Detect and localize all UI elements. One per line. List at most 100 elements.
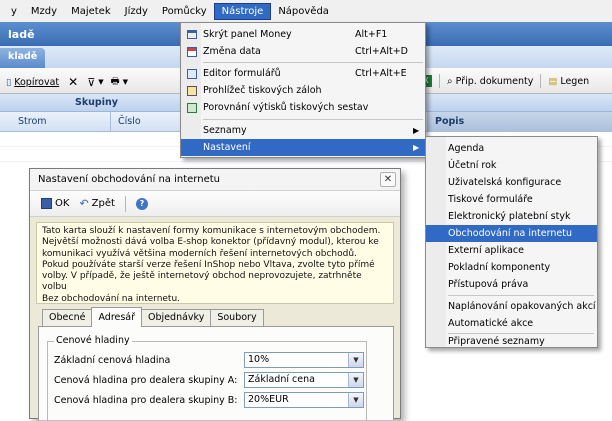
- attachments-button[interactable]: Přip. dokumenty: [456, 76, 534, 87]
- menu-item-label: Seznamy: [203, 125, 247, 136]
- submenu-item-internet-trade[interactable]: Obchodování na internetu: [426, 225, 597, 242]
- compare-icon: [185, 101, 198, 114]
- menu-item-mzdy[interactable]: Mzdy: [24, 4, 64, 19]
- chevron-down-icon[interactable]: ▼: [98, 78, 103, 86]
- menu-item-hide-panel[interactable]: Skrýt panel Money Alt+F1: [181, 26, 425, 43]
- menu-item-lists[interactable]: Seznamy ▶: [181, 122, 425, 139]
- tab-obecne[interactable]: Obecné: [42, 309, 93, 327]
- menu-separator: [448, 295, 594, 296]
- save-icon: [41, 198, 52, 209]
- submenu-item-label: Tiskové formuláře: [448, 194, 533, 205]
- chevron-right-icon: ▶: [413, 143, 420, 152]
- submenu-item-prepared-lists[interactable]: Připravené seznamy: [426, 333, 597, 350]
- column-divider[interactable]: [110, 112, 111, 132]
- menu-item-jizdy[interactable]: Jízdy: [118, 4, 155, 19]
- window-icon: [185, 28, 198, 41]
- submenu-item-label: Elektronický platební styk: [448, 211, 571, 222]
- menu-item-shortcut: Alt+F1: [355, 29, 388, 40]
- delete-icon[interactable]: ✕: [68, 75, 78, 89]
- submenu-item-cash-components[interactable]: Pokladní komponenty: [426, 259, 597, 276]
- menu-item-print-backups[interactable]: Prohlížeč tiskových záloh: [181, 82, 425, 99]
- help-icon: ?: [135, 197, 148, 210]
- submenu-item-external-apps[interactable]: Externí aplikace: [426, 242, 597, 259]
- select-value: Základní cena: [248, 374, 315, 385]
- copy-button[interactable]: Kopírovat: [14, 77, 59, 88]
- submenu-item-agenda[interactable]: Agenda: [426, 140, 597, 157]
- chevron-down-icon[interactable]: ▼: [348, 373, 363, 387]
- print-icon[interactable]: 🖶: [111, 74, 120, 90]
- info-line: volby. V případě, že ještě internetový o…: [42, 271, 362, 293]
- dialog-tabs: Obecné Adresář Objednávky Soubory: [42, 307, 264, 327]
- select-value: 20%EUR: [248, 394, 289, 405]
- menu-item-partial[interactable]: y: [4, 4, 24, 19]
- menu-item-compare-prints[interactable]: Porovnání výtisků tiskových sestav: [181, 99, 425, 116]
- submenu-item-user-config[interactable]: Uživatelská konfigurace: [426, 174, 597, 191]
- tools-menu: Skrýt panel Money Alt+F1 Změna data Ctrl…: [180, 22, 426, 158]
- dealer-b-price-level-select[interactable]: 20%EUR ▼: [244, 392, 364, 408]
- menu-item-label: Změna data: [203, 46, 261, 57]
- submenu-item-label: Přístupová práva: [448, 279, 529, 290]
- submenu-item-label: Agenda: [448, 143, 485, 154]
- dealer-a-price-level-select[interactable]: Základní cena ▼: [244, 372, 364, 388]
- toolbar-left: ▯ Kopírovat ✕ ⊽ ▼ 🖶 ▼: [6, 74, 128, 90]
- ok-button[interactable]: OK: [38, 196, 72, 211]
- menu-item-label: Editor formulářů: [203, 68, 281, 79]
- field-label: Základní cenová hladina: [54, 355, 171, 366]
- menu-bar: y Mzdy Majetek Jízdy Pomůcky Nástroje Ná…: [0, 0, 612, 22]
- menu-item-label: Nastavení: [203, 142, 251, 153]
- menu-item-pomucky[interactable]: Pomůcky: [155, 4, 214, 19]
- menu-item-label: Skrýt panel Money: [203, 29, 292, 40]
- menu-item-label: Porovnání výtisků tiskových sestav: [203, 102, 369, 113]
- legend-icon: ▤: [548, 75, 558, 87]
- chevron-down-icon[interactable]: ▼: [348, 393, 363, 407]
- tab-panel: Cenové hladiny Základní cenová hladina 1…: [38, 326, 394, 421]
- tab-soubory[interactable]: Soubory: [210, 309, 264, 327]
- submenu-item-access-rights[interactable]: Přístupová práva: [426, 276, 597, 293]
- submenu-item-automatic-actions[interactable]: Automatické akce: [426, 315, 597, 332]
- column-header-strom[interactable]: Strom: [18, 116, 47, 127]
- menu-item-form-editor[interactable]: Editor formulářů Ctrl+Alt+E: [181, 65, 425, 82]
- menu-item-napoveda[interactable]: Nápověda: [271, 4, 336, 19]
- tab-main[interactable]: kladě: [0, 48, 46, 68]
- submenu-item-scheduled-actions[interactable]: Naplánování opakovaných akcí: [426, 298, 597, 315]
- toolbar-separator: [124, 195, 126, 212]
- menu-item-nastroje[interactable]: Nástroje: [213, 2, 272, 20]
- filter-icon[interactable]: ⊽: [87, 76, 95, 89]
- chevron-down-icon[interactable]: ▼: [348, 353, 363, 367]
- back-label: Zpět: [91, 198, 115, 209]
- submenu-item-label: Pokladní komponenty: [448, 262, 551, 273]
- menu-item-settings[interactable]: Nastavení ▶: [181, 139, 425, 156]
- menu-separator: [203, 119, 423, 120]
- dialog-toolbar: OK ↶ Zpět ?: [30, 191, 400, 217]
- group-title: Cenové hladiny: [54, 335, 132, 346]
- submenu-item-label: Obchodování na internetu: [448, 228, 572, 239]
- submenu-item-accounting-year[interactable]: Účetní rok: [426, 157, 597, 174]
- menu-separator: [203, 62, 423, 63]
- field-row-dealer-b: Cenová hladina pro dealera skupiny B: 20…: [54, 392, 366, 409]
- info-line: Tato karta slouží k nastavení formy komu…: [42, 226, 381, 236]
- field-label: Cenová hladina pro dealera skupiny B:: [54, 395, 238, 406]
- back-button[interactable]: ↶ Zpět: [76, 195, 118, 212]
- group-header-skupiny[interactable]: Skupiny: [75, 97, 118, 108]
- menu-item-change-date[interactable]: Změna data Ctrl+Alt+D: [181, 43, 425, 60]
- chevron-down-icon[interactable]: ▼: [123, 78, 128, 86]
- toolbar-separator: [439, 74, 440, 88]
- tab-adresar[interactable]: Adresář: [91, 307, 143, 327]
- settings-dialog: Nastavení obchodování na internetu ✕ OK …: [29, 168, 401, 421]
- tab-objednavky[interactable]: Objednávky: [141, 309, 212, 327]
- help-button[interactable]: ?: [133, 196, 151, 212]
- basic-price-level-select[interactable]: 10% ▼: [244, 352, 364, 368]
- submenu-item-print-forms[interactable]: Tiskové formuláře: [426, 191, 597, 208]
- calendar-icon: [185, 45, 198, 58]
- menu-item-majetek[interactable]: Majetek: [64, 4, 118, 19]
- close-icon[interactable]: ✕: [380, 172, 396, 187]
- submenu-item-e-payments[interactable]: Elektronický platební styk: [426, 208, 597, 225]
- paperclip-icon: ⌕: [447, 75, 453, 87]
- select-value: 10%: [248, 354, 270, 365]
- column-header-popis[interactable]: Popis: [427, 112, 612, 132]
- column-header-cislo[interactable]: Číslo: [118, 116, 141, 127]
- menu-item-shortcut: Ctrl+Alt+D: [355, 46, 409, 57]
- field-row-basic: Základní cenová hladina 10% ▼: [54, 352, 366, 369]
- info-box: Tato karta slouží k nastavení formy komu…: [36, 222, 394, 304]
- legend-button[interactable]: Legen: [560, 76, 589, 87]
